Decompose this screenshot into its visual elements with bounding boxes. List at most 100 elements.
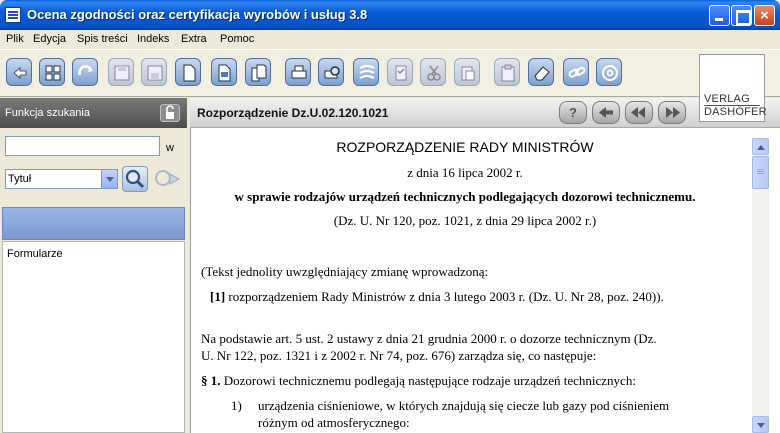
print-preview-icon (324, 66, 340, 79)
menu-bar: Plik Edycja Spis treści Indeks Extra Pom… (0, 30, 780, 49)
document-view-icon (218, 64, 231, 82)
refresh-button[interactable] (72, 58, 98, 86)
toolbar: VERLAG DASHÖFER (0, 49, 780, 122)
legal-basis-line2: U. Nr 122, poz. 1321 i z 2002 r. Nr 74, … (201, 348, 597, 363)
scroll-down-button[interactable] (752, 416, 769, 433)
back-button[interactable] (6, 58, 32, 86)
cut-button (420, 58, 446, 86)
clipboard-button (494, 58, 520, 86)
menu-spis-tresci[interactable]: Spis treści (77, 33, 128, 45)
link-icon (568, 66, 586, 78)
browse-icon (45, 65, 61, 81)
search-input[interactable] (5, 136, 160, 156)
document-title: Rozporządzenie Dz.U.02.120.1021 (197, 106, 389, 120)
menu-extra[interactable]: Extra (181, 33, 207, 45)
link-button[interactable] (563, 58, 589, 86)
title-bar[interactable]: Ocena zgodności oraz certyfikacja wyrobó… (0, 0, 780, 30)
search-button[interactable] (122, 166, 148, 192)
eraser-button[interactable] (528, 58, 554, 86)
clear-search-button[interactable] (152, 166, 182, 192)
back-icon (13, 67, 27, 79)
checklist-icon (395, 65, 407, 81)
browse-button[interactable] (39, 58, 65, 86)
search-field-select[interactable]: Tytuł (5, 169, 118, 189)
arrow-left-icon (599, 107, 613, 118)
reader-icon (359, 65, 375, 79)
scroll-thumb[interactable] (752, 156, 769, 189)
consolidated-intro: (Tekst jednolity uwzględniający zmianę w… (201, 264, 489, 279)
print-icon (291, 65, 307, 79)
rewind-button[interactable] (625, 101, 653, 124)
new-document-icon (183, 64, 196, 82)
print-preview-button[interactable] (318, 58, 344, 86)
legal-basis-line1: Na podstawie art. 5 ust. 2 ustawy z dnia… (201, 331, 657, 346)
forward-button[interactable] (658, 101, 686, 124)
double-arrow-right-icon (666, 107, 680, 118)
clipboard-icon (501, 64, 515, 82)
section-1: § 1. Dozorowi technicznemu podlegają nas… (201, 373, 636, 389)
document-subject: w sprawie rodzajów urządzeń technicznych… (234, 189, 696, 204)
document-heading: ROZPORZĄDZENIE RADY MINISTRÓW (336, 139, 594, 155)
chevron-down-icon[interactable] (101, 170, 117, 188)
amendment-number[interactable]: [1] (210, 289, 225, 304)
results-list: Formularze (2, 241, 185, 433)
document-source: (Dz. U. Nr 120, poz. 1021, z dnia 29 lip… (333, 213, 597, 228)
section-text: Dozorowi technicznemu podlegają następuj… (223, 373, 636, 388)
maximize-button[interactable] (731, 5, 752, 26)
maximize-icon (732, 6, 751, 25)
save-button (108, 58, 134, 86)
verlag-dashofer-logo: VERLAG DASHÖFER (699, 54, 767, 122)
app-icon (5, 7, 21, 23)
minimize-icon (710, 6, 729, 25)
new-document-button[interactable] (175, 58, 201, 86)
application-window: Ocena zgodności oraz certyfikacja wyrobó… (0, 0, 780, 433)
section-marker: § 1. (201, 373, 221, 388)
search-scope-label: w (166, 142, 174, 154)
search-panel-title: Funkcja szukania (5, 107, 90, 119)
scroll-up-button[interactable] (752, 138, 769, 155)
previous-button[interactable] (592, 101, 620, 124)
search-clear-icon (155, 170, 181, 186)
email-button[interactable] (596, 58, 622, 86)
item-number: 1) (231, 398, 242, 413)
list-item[interactable]: Formularze (7, 248, 63, 260)
save-as-icon (147, 65, 163, 81)
save-as-button (141, 58, 167, 86)
document-content: ROZPORZĄDZENIE RADY MINISTRÓW z dnia 16 … (191, 128, 754, 433)
paste-button (454, 58, 480, 86)
refresh-icon (78, 65, 93, 76)
vertical-scrollbar[interactable] (752, 138, 769, 433)
save-icon (114, 65, 130, 81)
document-view[interactable]: ROZPORZĄDZENIE RADY MINISTRÓW z dnia 16 … (190, 128, 780, 433)
amendment-text: rozporządzeniem Rady Ministrów z dnia 3 … (228, 289, 664, 304)
document-copy-button[interactable] (245, 58, 271, 86)
search-panel-header: Funkcja szukania (0, 98, 187, 128)
menu-indeks[interactable]: Indeks (137, 33, 169, 45)
lock-icon[interactable] (160, 104, 180, 122)
logo-text-verlag: VERLAG (704, 93, 750, 105)
checklist-button (387, 58, 413, 86)
search-panel: w Tytuł Formularze (0, 128, 187, 433)
double-arrow-left-icon (631, 107, 645, 118)
item-text-line1: urządzenia ciśnieniowe, w których znajdu… (258, 398, 670, 413)
print-button[interactable] (285, 58, 311, 86)
document-header: Rozporządzenie Dz.U.02.120.1021 ? (190, 98, 780, 128)
results-header-bar (2, 207, 185, 240)
menu-plik[interactable]: Plik (6, 33, 24, 45)
eraser-icon (534, 66, 550, 81)
document-view-button[interactable] (211, 58, 237, 86)
document-copy-icon (251, 64, 267, 82)
minimize-button[interactable] (709, 5, 730, 26)
reader-button[interactable] (353, 58, 379, 86)
close-button[interactable]: × (754, 5, 775, 26)
help-button[interactable]: ? (559, 101, 587, 124)
menu-pomoc[interactable]: Pomoc (220, 33, 254, 45)
cut-icon (427, 65, 441, 81)
search-field-value: Tytuł (8, 173, 32, 185)
menu-edycja[interactable]: Edycja (33, 33, 66, 45)
amendment-line: [1] rozporządzeniem Rady Ministrów z dni… (210, 289, 664, 305)
paste-icon (461, 66, 475, 81)
window-title: Ocena zgodności oraz certyfikacja wyrobó… (27, 7, 368, 22)
search-icon (125, 169, 145, 189)
document-date: z dnia 16 lipca 2002 r. (407, 165, 523, 180)
